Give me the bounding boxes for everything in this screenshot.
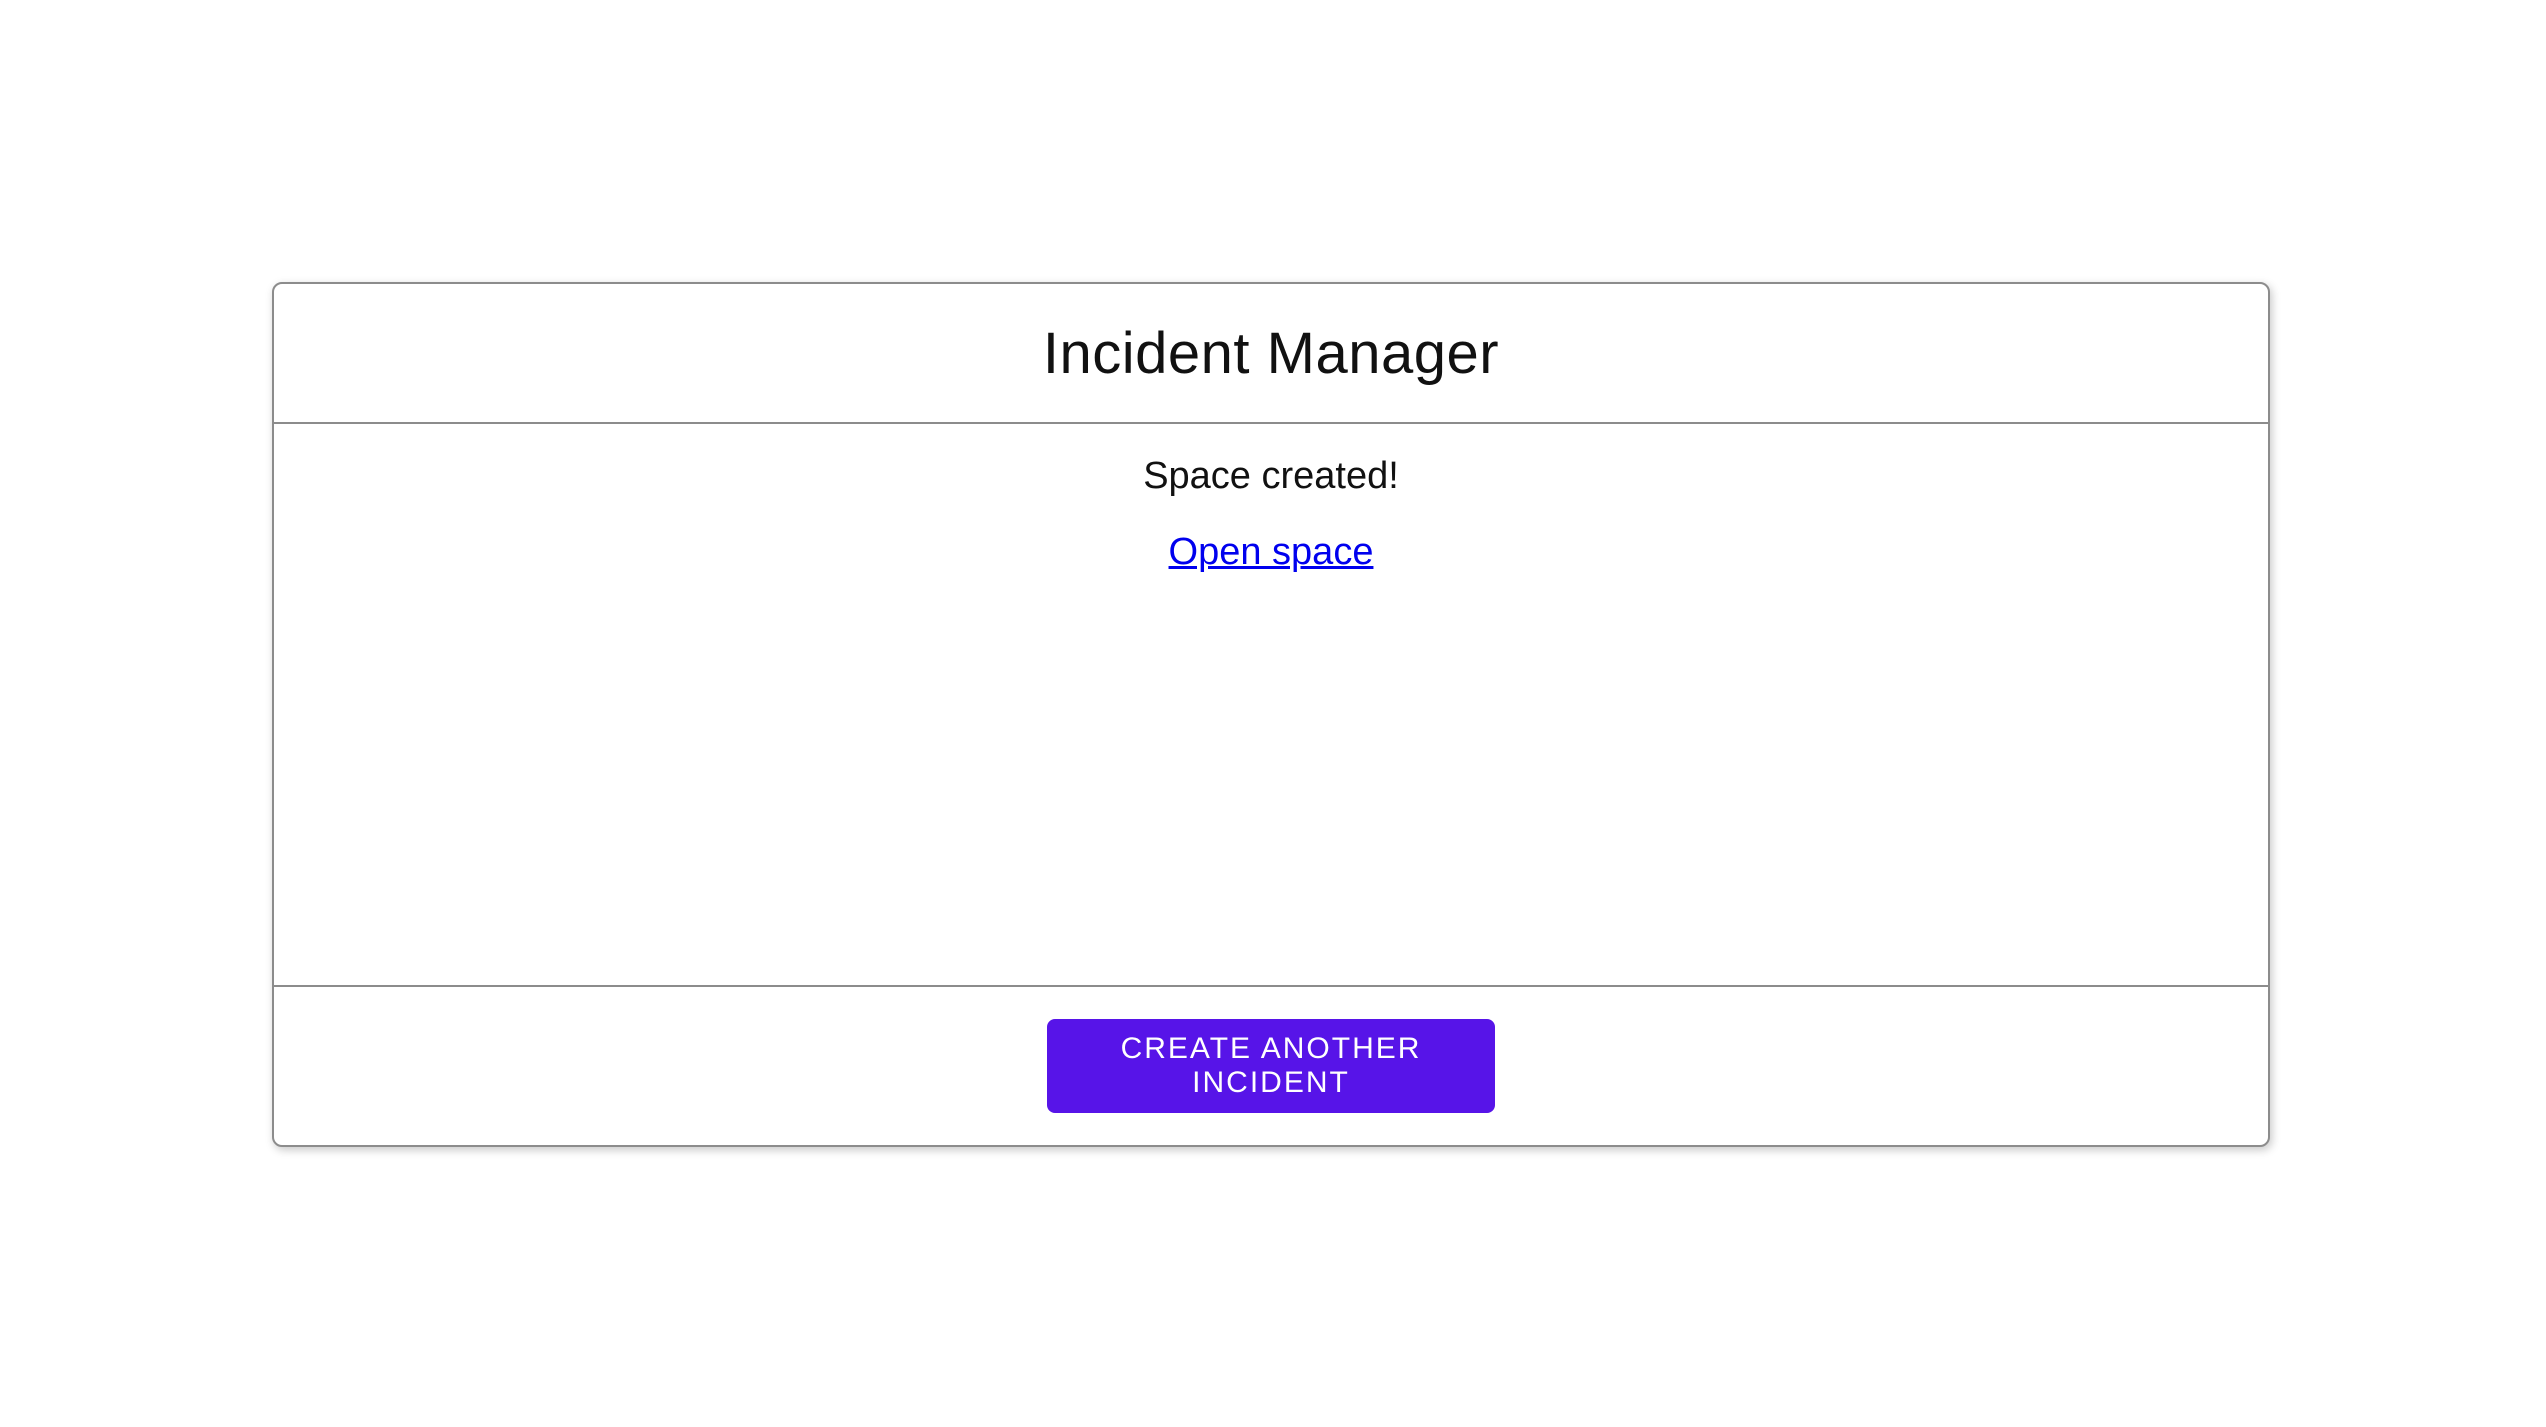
card-header: Incident Manager: [274, 284, 2268, 424]
card-footer: CREATE ANOTHER INCIDENT: [274, 985, 2268, 1145]
status-message: Space created!: [1143, 455, 1399, 497]
create-another-incident-button[interactable]: CREATE ANOTHER INCIDENT: [1047, 1019, 1495, 1113]
open-space-link[interactable]: Open space: [1169, 530, 1374, 576]
page-title: Incident Manager: [1042, 320, 1500, 386]
page-background: Incident Manager Space created! Open spa…: [0, 0, 2546, 1427]
incident-manager-card: Incident Manager Space created! Open spa…: [272, 282, 2270, 1147]
card-content: Space created! Open space: [274, 424, 2268, 985]
